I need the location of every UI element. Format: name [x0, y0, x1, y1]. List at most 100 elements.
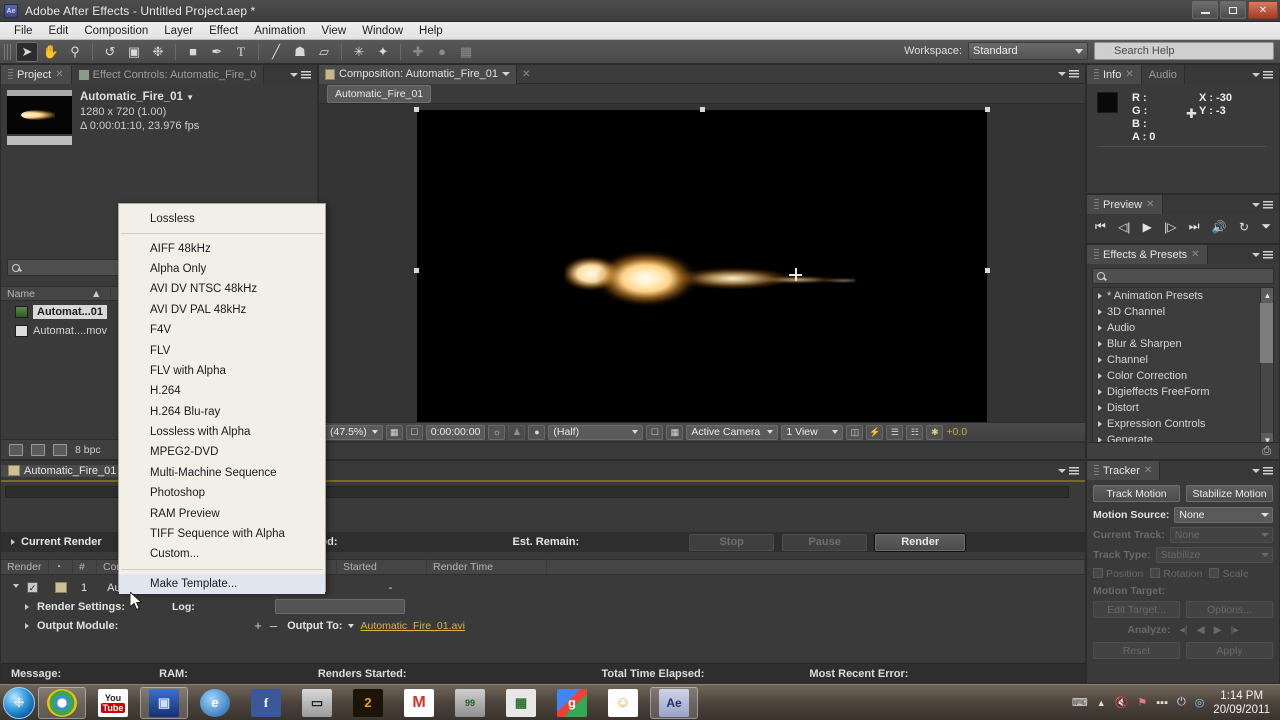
- disclosure-triangle-icon[interactable]: [1098, 421, 1102, 427]
- new-folder-icon[interactable]: [31, 443, 45, 456]
- close-icon[interactable]: ✕: [55, 69, 63, 80]
- track-motion-button[interactable]: Track Motion: [1093, 485, 1180, 502]
- menu-item-aiff-48khz[interactable]: AIFF 48kHz: [119, 238, 325, 258]
- menu-item-ram-preview[interactable]: RAM Preview: [119, 503, 325, 523]
- tab-preview[interactable]: Preview ✕: [1087, 195, 1163, 214]
- snapshot-icon[interactable]: ☼: [488, 424, 506, 440]
- selection-handle[interactable]: [414, 268, 419, 273]
- new-composition-icon[interactable]: [53, 443, 67, 456]
- menu-item-lossless[interactable]: Lossless: [119, 209, 325, 229]
- output-module-row[interactable]: Output Module: + – Output To: Automatic_…: [1, 616, 1085, 635]
- taskbar-facebook[interactable]: f: [242, 687, 290, 719]
- menu-effect[interactable]: Effect: [201, 23, 246, 39]
- roto-brush-tool-icon[interactable]: ✳: [348, 42, 370, 62]
- composition-stage[interactable]: [319, 104, 1085, 436]
- rotation-checkbox[interactable]: Rotation: [1150, 568, 1202, 580]
- previous-frame-button[interactable]: ◁|: [1118, 220, 1130, 234]
- reset-button[interactable]: Reset: [1093, 642, 1180, 659]
- menu-item-custom[interactable]: Custom...: [119, 544, 325, 564]
- menu-item-h264-blu-ray[interactable]: H.264 Blu-ray: [119, 402, 325, 422]
- menu-item-mpeg2-dvd[interactable]: MPEG2-DVD: [119, 442, 325, 462]
- render-settings-row[interactable]: Render Settings: Log:: [1, 597, 1085, 616]
- exposure-value[interactable]: +0.0: [946, 426, 967, 438]
- selection-handle[interactable]: [414, 107, 419, 112]
- region-of-interest-toggle-icon[interactable]: ☐: [646, 424, 664, 440]
- selection-handle[interactable]: [985, 268, 990, 273]
- scale-checkbox[interactable]: Scale: [1209, 568, 1249, 580]
- chevron-down-icon[interactable]: [348, 623, 355, 628]
- menu-item-tiff-sequence-with-alpha[interactable]: TIFF Sequence with Alpha: [119, 524, 325, 544]
- disclosure-triangle-icon[interactable]: [1098, 405, 1102, 411]
- disclosure-triangle-icon[interactable]: [1098, 325, 1102, 331]
- list-item[interactable]: Blur & Sharpen: [1093, 336, 1273, 352]
- close-icon[interactable]: ✕: [517, 69, 535, 80]
- menu-item-flv[interactable]: FLV: [119, 340, 325, 360]
- disclosure-triangle-icon[interactable]: [1098, 309, 1102, 315]
- scrollbar-thumb[interactable]: [1260, 303, 1273, 363]
- taskbar-gmail[interactable]: M: [395, 687, 443, 719]
- list-item[interactable]: Digieffects FreeForm: [1093, 384, 1273, 400]
- render-checkbox[interactable]: ✓: [27, 582, 38, 593]
- first-frame-button[interactable]: ⏮: [1095, 219, 1106, 234]
- label-color-swatch[interactable]: [55, 582, 67, 593]
- column-index[interactable]: #: [73, 559, 97, 575]
- action-center-icon[interactable]: ⚑: [1137, 696, 1147, 709]
- zoom-level-select[interactable]: (47.5%): [325, 424, 383, 440]
- text-tool-icon[interactable]: T: [230, 42, 252, 62]
- comp-name-chip[interactable]: Automatic_Fire_01: [327, 84, 432, 103]
- edit-target-button[interactable]: Edit Target...: [1093, 601, 1180, 618]
- new-animation-preset-icon[interactable]: ⎙: [1262, 445, 1271, 458]
- brush-tool-icon[interactable]: ╱: [265, 42, 287, 62]
- shape-tool-icon[interactable]: ■: [182, 42, 204, 62]
- taskbar-internet-explorer[interactable]: e: [191, 687, 239, 719]
- transparency-grid-icon[interactable]: ▦: [666, 424, 684, 440]
- close-button[interactable]: ✕: [1248, 1, 1278, 19]
- tab-composition[interactable]: Composition: Automatic_Fire_01: [319, 64, 517, 84]
- list-item[interactable]: Distort: [1093, 400, 1273, 416]
- audio-toggle-button[interactable]: 🔊: [1212, 220, 1227, 234]
- start-button[interactable]: ❉: [3, 686, 35, 719]
- disclosure-triangle-icon[interactable]: [1098, 389, 1102, 395]
- analyze-forward-icon[interactable]: ▶: [1214, 624, 1222, 636]
- taskbar-after-effects[interactable]: Ae: [650, 686, 698, 719]
- play-button[interactable]: ▶: [1143, 220, 1152, 234]
- analyze-forward-one-icon[interactable]: |▸: [1231, 624, 1239, 636]
- stop-button[interactable]: Stop: [689, 533, 775, 551]
- effects-category-list[interactable]: * Animation Presets 3D Channel Audio Blu…: [1092, 287, 1274, 447]
- column-started[interactable]: Started: [337, 559, 427, 575]
- list-item[interactable]: Color Correction: [1093, 368, 1273, 384]
- preview-panel-menu-button[interactable]: [1246, 195, 1279, 214]
- position-checkbox[interactable]: Position: [1093, 568, 1143, 580]
- bit-depth-label[interactable]: 8 bpc: [75, 444, 101, 456]
- resolution-select[interactable]: (Half): [548, 424, 644, 440]
- disclosure-triangle-icon[interactable]: [1098, 357, 1102, 363]
- menu-help[interactable]: Help: [411, 23, 451, 39]
- scroll-up-icon[interactable]: ▲: [1261, 288, 1273, 303]
- menu-animation[interactable]: Animation: [246, 23, 313, 39]
- exposure-icon[interactable]: ✱: [926, 424, 944, 440]
- options-button[interactable]: Options...: [1186, 601, 1273, 618]
- anchor-point-icon[interactable]: [789, 268, 802, 281]
- taskbar-youtube[interactable]: You Tube: [89, 687, 137, 719]
- menu-window[interactable]: Window: [354, 23, 411, 39]
- tracker-panel-menu-button[interactable]: [1246, 461, 1279, 480]
- interpret-footage-icon[interactable]: [9, 443, 23, 456]
- list-item[interactable]: Channel: [1093, 352, 1273, 368]
- chevron-down-icon[interactable]: ▼: [186, 93, 194, 102]
- hand-tool-icon[interactable]: ✋: [40, 42, 62, 62]
- loop-button[interactable]: ↻: [1239, 220, 1249, 234]
- power-icon[interactable]: ⏻: [1177, 696, 1186, 709]
- pause-button[interactable]: Pause: [782, 533, 868, 551]
- effects-panel-menu-button[interactable]: [1246, 245, 1279, 264]
- menu-edit[interactable]: Edit: [41, 23, 77, 39]
- effects-scrollbar[interactable]: ▲ ▼: [1260, 288, 1273, 446]
- anchor-tool-icon[interactable]: ●: [431, 42, 453, 62]
- menu-item-avi-dv-pal-48khz[interactable]: AVI DV PAL 48kHz: [119, 300, 325, 320]
- disclosure-triangle-icon[interactable]: [25, 603, 29, 610]
- column-render-time[interactable]: Render Time: [427, 559, 547, 575]
- render-queue-menu-button[interactable]: [1052, 466, 1085, 475]
- puppet-tool-icon[interactable]: ✦: [372, 42, 394, 62]
- render-button[interactable]: Render: [875, 533, 966, 551]
- next-frame-button[interactable]: |▷: [1164, 220, 1176, 234]
- list-item[interactable]: Expression Controls: [1093, 416, 1273, 432]
